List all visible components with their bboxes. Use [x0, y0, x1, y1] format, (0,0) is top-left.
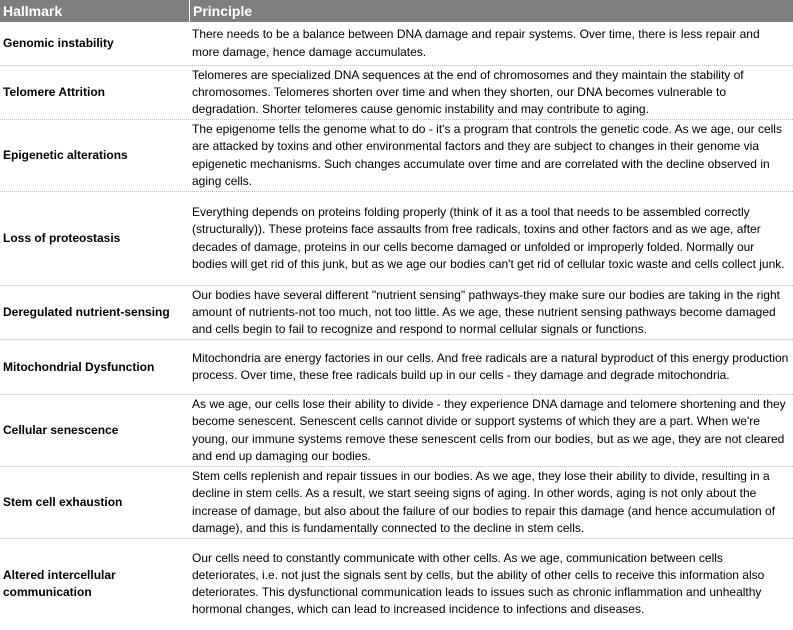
principle-text: Everything depends on proteins folding p… — [192, 205, 785, 271]
principle-text: The epigenome tells the genome what to d… — [192, 122, 782, 188]
hallmark-cell: Loss of proteostasis — [3, 231, 121, 245]
principle-cell: There needs to be a balance between DNA … — [189, 22, 793, 65]
hallmark-cell: Epigenetic alterations — [3, 148, 128, 162]
principle-text: Mitochondria are energy factories in our… — [192, 350, 789, 382]
header-hallmark: Hallmark — [3, 3, 63, 19]
principle-cell: The epigenome tells the genome what to d… — [189, 120, 793, 191]
principle-cell: Our cells need to constantly communicate… — [189, 539, 793, 629]
table-row: Altered intercellular communication Our … — [0, 539, 793, 629]
hallmarks-table: Hallmark Principle Genomic instability T… — [0, 0, 793, 629]
principle-text: Our cells need to constantly communicate… — [192, 550, 765, 617]
table-row: Mitochondrial Dysfunction Mitochondria a… — [0, 340, 793, 395]
principle-text: Stem cells replenish and repair tissues … — [192, 469, 776, 535]
hallmark-cell: Genomic instability — [3, 36, 114, 50]
principle-cell: Telomeres are specialized DNA sequences … — [189, 66, 793, 119]
table-row: Stem cell exhaustion Stem cells replenis… — [0, 467, 793, 539]
table-row: Loss of proteostasis Everything depends … — [0, 192, 793, 286]
principle-text: Telomeres are specialized DNA sequences … — [192, 67, 744, 117]
table-header: Hallmark Principle — [0, 0, 793, 22]
principle-text: As we age, our cells lose their ability … — [192, 397, 786, 463]
hallmark-cell: Mitochondrial Dysfunction — [3, 359, 155, 374]
table-row: Genomic instability There needs to be a … — [0, 22, 793, 66]
table-row: Cellular senescence As we age, our cells… — [0, 395, 793, 467]
principle-text: There needs to be a balance between DNA … — [192, 27, 760, 59]
table-row: Telomere Attrition Telomeres are special… — [0, 66, 793, 120]
principle-cell: Mitochondria are energy factories in our… — [189, 340, 793, 394]
principle-cell: Our bodies have several different "nutri… — [189, 286, 793, 339]
hallmark-cell: Stem cell exhaustion — [3, 495, 123, 509]
hallmark-cell: Altered intercellular communication — [3, 568, 116, 599]
hallmark-cell: Telomere Attrition — [3, 85, 106, 99]
table-row: Epigenetic alterations The epigenome tel… — [0, 120, 793, 192]
hallmark-cell: Cellular senescence — [3, 423, 119, 437]
principle-text: Our bodies have several different "nutri… — [192, 287, 780, 337]
header-principle: Principle — [189, 0, 793, 22]
table-row: Deregulated nutrient-sensing Our bodies … — [0, 286, 793, 340]
hallmark-cell: Deregulated nutrient-sensing — [3, 305, 170, 319]
principle-cell: Stem cells replenish and repair tissues … — [189, 467, 793, 538]
principle-cell: Everything depends on proteins folding p… — [189, 192, 793, 285]
principle-cell: As we age, our cells lose their ability … — [189, 395, 793, 466]
